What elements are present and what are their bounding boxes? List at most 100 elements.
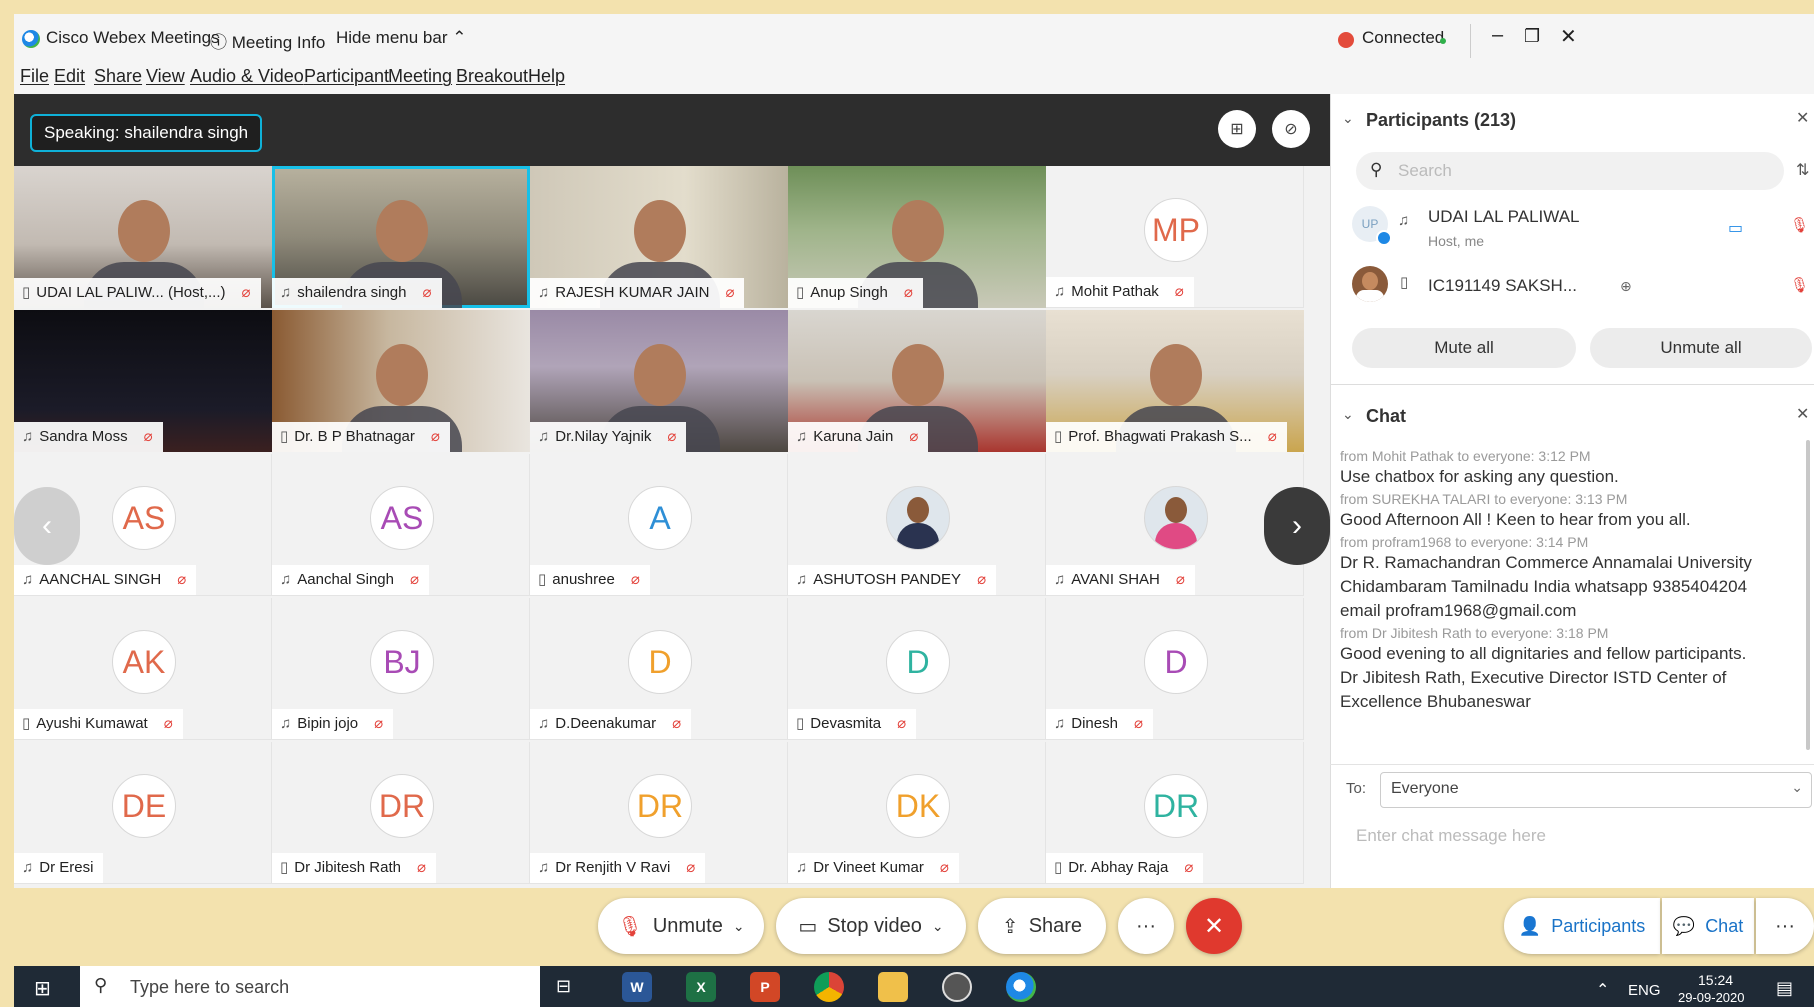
task-view-icon[interactable]: ⊟ (556, 976, 571, 997)
participants-panel-button[interactable]: 👤 Participants (1504, 898, 1660, 954)
next-page-button[interactable]: › (1264, 487, 1330, 565)
mic-muted-icon: 🎙 (617, 915, 643, 938)
participant-name: Dr Jibitesh Rath (294, 859, 401, 876)
video-tile[interactable]: D ♫ D.Deenakumar ⌀ (530, 598, 788, 740)
video-tile[interactable]: ▯ Prof. Bhagwati Prakash S... ⌀ (1046, 310, 1304, 452)
video-tile[interactable]: ♫ RAJESH KUMAR JAIN ⌀ (530, 166, 788, 308)
panel-more-button[interactable]: ··· (1756, 898, 1814, 954)
participant-name[interactable]: IC191149 SAKSH... (1428, 276, 1577, 296)
mic-muted-icon[interactable]: 🎙 (1790, 216, 1809, 234)
participant-name[interactable]: UDAI LAL PALIWAL (1428, 207, 1579, 227)
notification-icon[interactable]: ▤ (1776, 978, 1793, 999)
video-tile[interactable]: A ▯ anushree ⌀ (530, 454, 788, 596)
close-window-button[interactable]: ✕ (1560, 24, 1577, 49)
video-tile[interactable]: AK ▯ Ayushi Kumawat ⌀ (14, 598, 272, 740)
more-options-button[interactable]: ··· (1118, 898, 1174, 954)
unmute-all-button[interactable]: Unmute all (1590, 328, 1812, 368)
headset-icon: ♫ (1054, 571, 1066, 588)
leave-meeting-button[interactable]: ✕ (1186, 898, 1242, 954)
sort-icon[interactable]: ⇅ (1796, 160, 1809, 180)
video-tile[interactable]: DK ♫ Dr Vineet Kumar ⌀ (788, 742, 1046, 884)
chat-message-input[interactable]: Enter chat message here (1356, 826, 1546, 846)
hide-menu-bar-button[interactable]: Hide menu bar ⌃ (336, 28, 467, 48)
participant-search-input[interactable]: ⚲ Search (1356, 152, 1784, 190)
stop-video-button[interactable]: ▭ Stop video ⌄ (776, 898, 966, 954)
video-tile[interactable]: ♫ ASHUTOSH PANDEY ⌀ (788, 454, 1046, 596)
video-tile[interactable]: BJ ♫ Bipin jojo ⌀ (272, 598, 530, 740)
close-chat-icon[interactable]: ✕ (1796, 404, 1809, 424)
video-tile[interactable]: ♫ Dr.Nilay Yajnik ⌀ (530, 310, 788, 452)
video-on-icon[interactable]: ▭ (1728, 218, 1743, 238)
meeting-info-button[interactable]: ⓘ Meeting Info (210, 28, 325, 53)
menu-edit[interactable]: Edit (54, 66, 85, 87)
video-tile[interactable]: AS ♫ Aanchal Singh ⌀ (272, 454, 530, 596)
media-player-icon[interactable] (942, 972, 972, 1002)
video-tile-label: ♫ Bipin jojo ⌀ (272, 709, 394, 739)
video-tile[interactable]: DR ♫ Dr Renjith V Ravi ⌀ (530, 742, 788, 884)
mic-muted-icon: ⌀ (422, 284, 432, 301)
headset-icon: ♫ (1054, 283, 1066, 300)
chat-recipient-select[interactable]: Everyone ⌄ (1380, 772, 1812, 808)
video-tile[interactable]: ▯ Anup Singh ⌀ (788, 166, 1046, 308)
menu-share[interactable]: Share (94, 66, 142, 87)
windows-start-icon[interactable]: ⊞ (34, 976, 51, 1001)
video-tile-label: ▯ UDAI LAL PALIW... (Host,...) ⌀ (14, 278, 261, 308)
menu-view[interactable]: View (146, 66, 185, 87)
menu-meeting[interactable]: Meeting (388, 66, 452, 87)
unmute-button[interactable]: 🎙 Unmute ⌄ (598, 898, 764, 954)
language-indicator[interactable]: ENG (1628, 982, 1661, 999)
headset-icon: ♫ (280, 284, 292, 301)
restore-button[interactable]: ❐ (1524, 26, 1540, 47)
chat-panel-button[interactable]: 💬 Chat (1662, 898, 1754, 954)
menu-participant[interactable]: Participant (304, 66, 389, 87)
participant-name: Aanchal Singh (297, 571, 394, 588)
video-tile[interactable]: ♫ Karuna Jain ⌀ (788, 310, 1046, 452)
participant-name: Dr.Nilay Yajnik (555, 428, 652, 445)
chevron-down-icon[interactable]: ⌄ (1342, 110, 1354, 127)
clock-date[interactable]: 29-09-2020 (1678, 990, 1745, 1005)
video-tile[interactable]: DR ▯ Dr Jibitesh Rath ⌀ (272, 742, 530, 884)
video-tile[interactable]: D ▯ Devasmita ⌀ (788, 598, 1046, 740)
video-tile[interactable]: DR ▯ Dr. Abhay Raja ⌀ (1046, 742, 1304, 884)
close-participants-icon[interactable]: ✕ (1796, 108, 1809, 128)
headset-icon: ♫ (22, 428, 34, 445)
video-tile-label: ♫ ASHUTOSH PANDEY ⌀ (788, 565, 997, 595)
taskbar-search-box[interactable]: ⚲ Type here to search (80, 966, 540, 1007)
grid-layout-button[interactable]: ⊞ (1218, 110, 1256, 148)
menu-help[interactable]: Help (528, 66, 565, 87)
headset-icon: ♫ (796, 859, 808, 876)
webex-taskbar-icon[interactable] (1006, 972, 1036, 1002)
word-icon[interactable]: W (622, 972, 652, 1002)
mic-muted-icon[interactable]: 🎙 (1790, 276, 1809, 294)
excel-icon[interactable]: X (686, 972, 716, 1002)
chrome-icon[interactable] (814, 972, 844, 1002)
headset-icon: ♫ (538, 859, 550, 876)
mic-muted-icon: ⌀ (686, 859, 696, 876)
popout-button[interactable]: ⊘ (1272, 110, 1310, 148)
previous-page-button[interactable]: ‹ (14, 487, 80, 565)
chat-message-text: email profram1968@gmail.com (1340, 601, 1577, 620)
clock-time[interactable]: 15:24 (1698, 972, 1733, 988)
video-tile[interactable]: D ♫ Dinesh ⌀ (1046, 598, 1304, 740)
chevron-up-icon[interactable]: ⌃ (1596, 980, 1609, 1000)
minimize-button[interactable]: – (1492, 24, 1503, 47)
file-explorer-icon[interactable] (878, 972, 908, 1002)
mute-all-button[interactable]: Mute all (1352, 328, 1576, 368)
video-tile[interactable]: DE ♫ Dr Eresi (14, 742, 272, 884)
menu-file[interactable]: File (20, 66, 49, 87)
powerpoint-icon[interactable]: P (750, 972, 780, 1002)
share-button[interactable]: ⇪ Share (978, 898, 1106, 954)
headset-icon: ♫ (22, 859, 34, 876)
menu-audio-video[interactable]: Audio & Video (190, 66, 304, 87)
phone-icon: ▯ (1054, 859, 1063, 876)
menu-breakout[interactable]: Breakout (456, 66, 528, 87)
video-tile[interactable]: ▯ UDAI LAL PALIW... (Host,...) ⌀ (14, 166, 272, 308)
chevron-down-icon[interactable]: ⌄ (1342, 406, 1354, 423)
video-tile[interactable]: ▯ Dr. B P Bhatnagar ⌀ (272, 310, 530, 452)
video-tile[interactable]: ♫ shailendra singh ⌀ (272, 166, 530, 308)
video-tile[interactable]: MP ♫ Mohit Pathak ⌀ (1046, 166, 1304, 308)
mic-muted-icon: ⌀ (374, 715, 384, 732)
video-tile[interactable]: ♫ Sandra Moss ⌀ (14, 310, 272, 452)
chat-scrollbar[interactable] (1806, 440, 1810, 750)
phone-icon: ▯ (22, 715, 31, 732)
